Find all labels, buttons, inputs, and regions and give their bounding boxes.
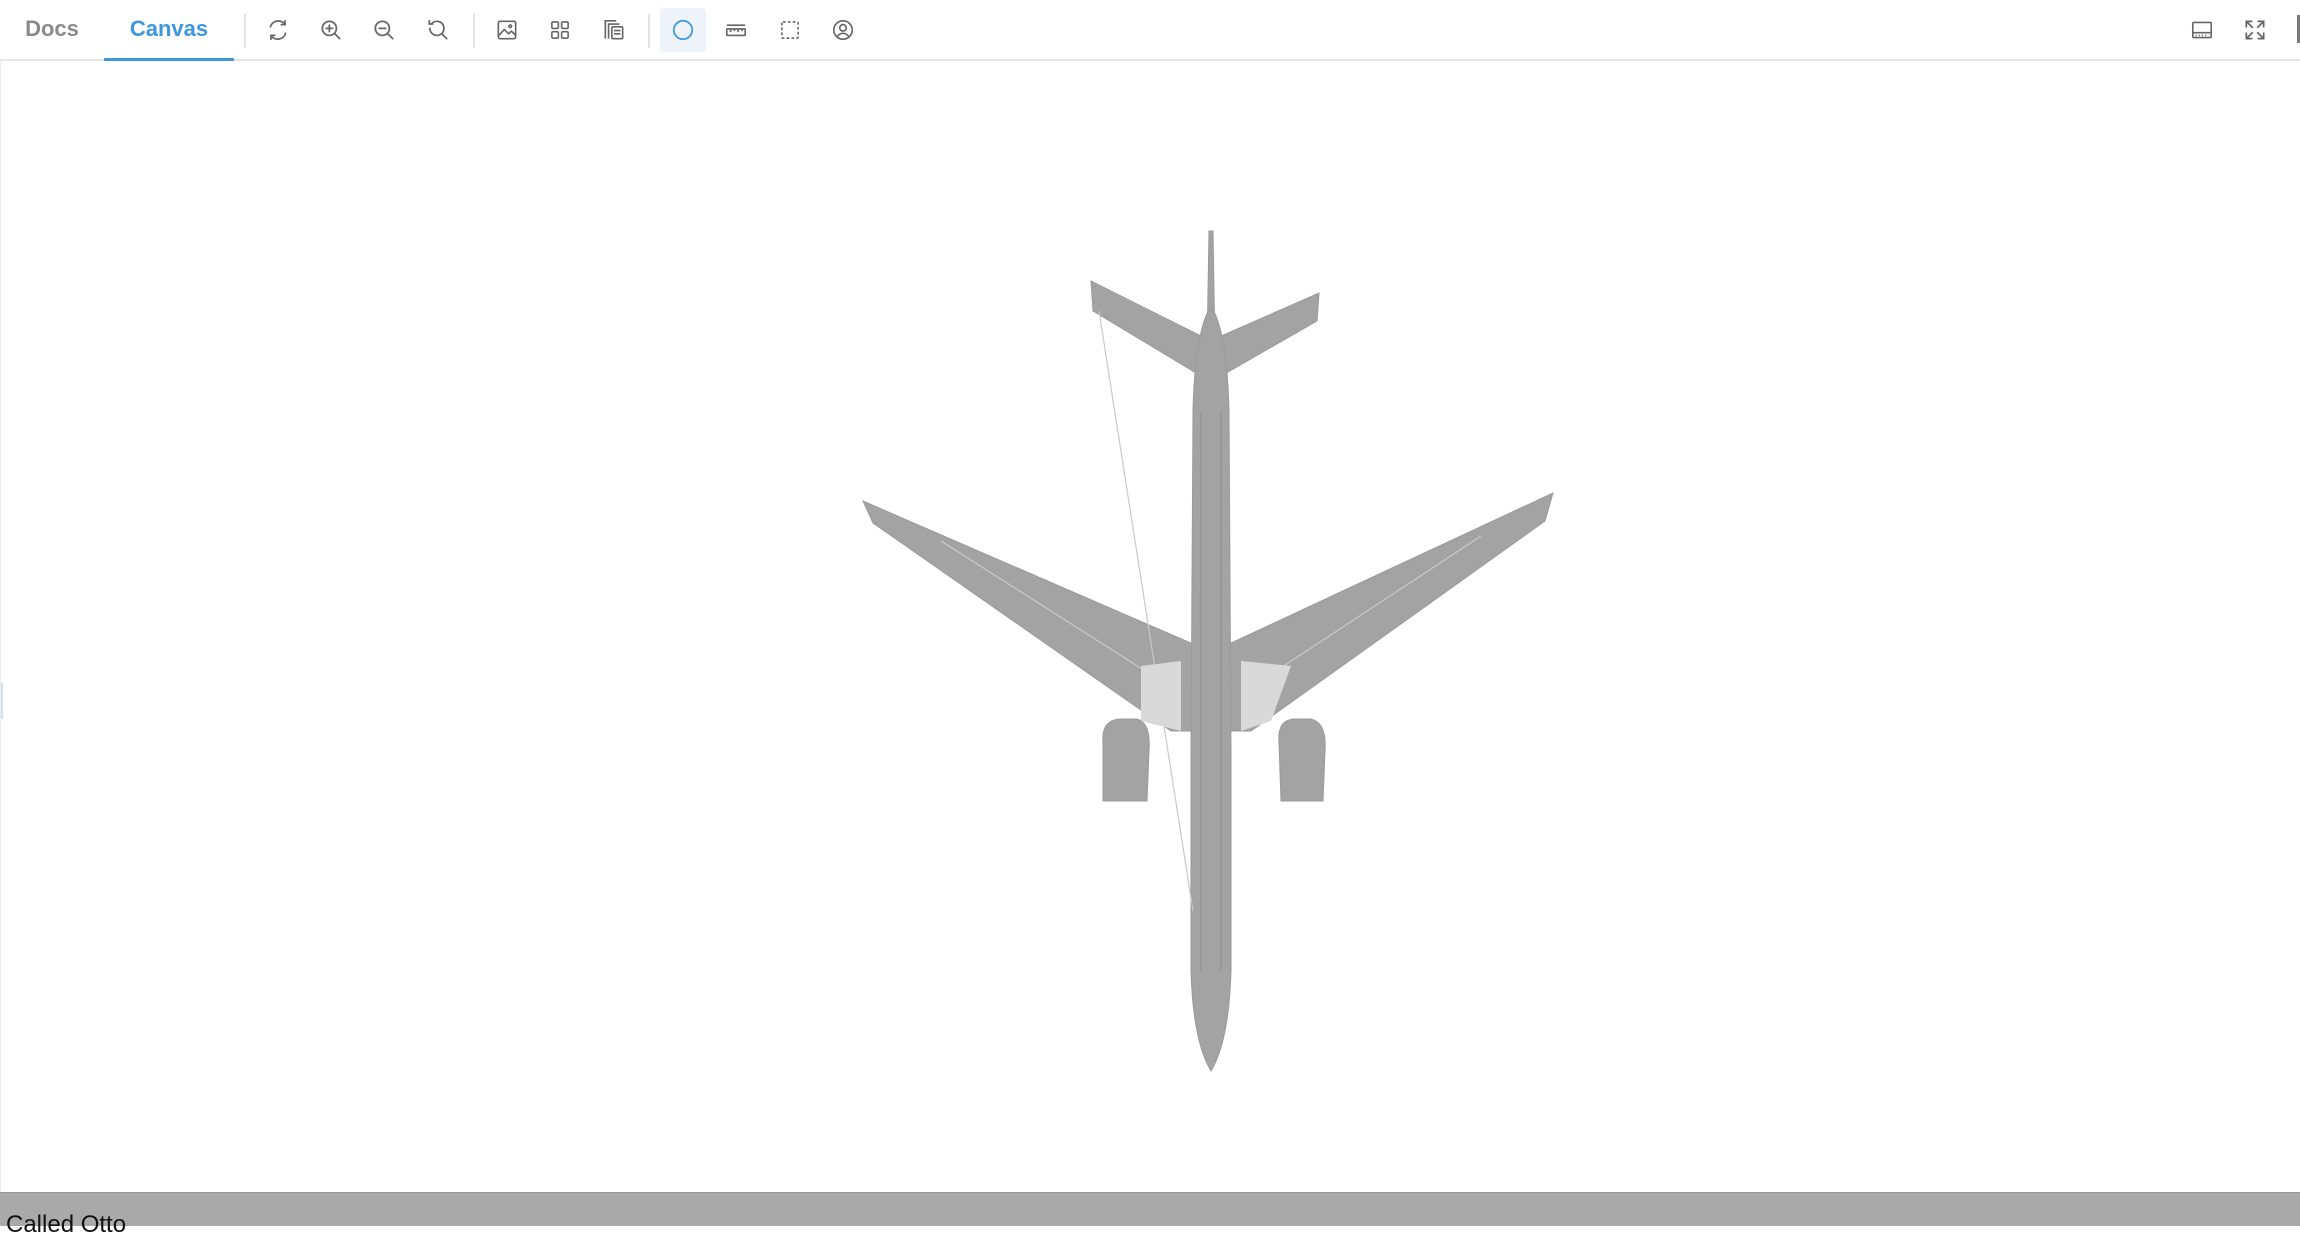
canvas-viewport[interactable] bbox=[0, 61, 2300, 1192]
tab-canvas[interactable]: Canvas bbox=[104, 0, 234, 63]
circle-icon bbox=[672, 19, 694, 41]
status-bar: Called Otto bbox=[0, 1192, 2300, 1238]
aircraft-model-image[interactable] bbox=[841, 211, 1581, 1091]
stack-view-button[interactable] bbox=[591, 8, 637, 52]
status-text: Called Otto bbox=[6, 1211, 127, 1238]
grid-view-button[interactable] bbox=[537, 8, 583, 52]
refresh-button[interactable] bbox=[255, 8, 301, 52]
ruler-tool-button[interactable] bbox=[713, 8, 759, 52]
image-view-button[interactable] bbox=[484, 8, 530, 52]
tab-docs[interactable]: Docs bbox=[0, 0, 104, 61]
image-icon bbox=[497, 20, 517, 40]
stack-icon bbox=[604, 19, 624, 40]
zoom-out-icon bbox=[374, 20, 394, 40]
ruler-icon bbox=[725, 24, 747, 37]
refresh-icon bbox=[269, 19, 287, 41]
fullscreen-icon bbox=[2245, 20, 2265, 40]
select-region-icon bbox=[781, 21, 799, 39]
zoom-in-button[interactable] bbox=[308, 8, 354, 52]
panel-bottom-icon bbox=[2191, 21, 2213, 39]
fullscreen-button[interactable] bbox=[2232, 8, 2278, 52]
grid-icon bbox=[551, 21, 569, 39]
zoom-reset-button[interactable] bbox=[415, 8, 461, 52]
zoom-in-icon bbox=[321, 20, 341, 40]
toolbar-divider bbox=[244, 14, 246, 48]
select-region-button[interactable] bbox=[767, 8, 813, 52]
zoom-reset-icon bbox=[428, 19, 448, 40]
canvas-left-marker bbox=[1, 683, 3, 719]
zoom-out-button[interactable] bbox=[361, 8, 407, 52]
circle-tool-button[interactable] bbox=[660, 8, 706, 52]
toggle-bottom-panel-button[interactable] bbox=[2179, 8, 2225, 52]
user-circle-icon bbox=[832, 19, 854, 41]
top-toolbar: Docs Canvas bbox=[0, 0, 2300, 63]
profile-button[interactable] bbox=[820, 8, 866, 52]
toolbar-divider bbox=[648, 14, 650, 48]
toolbar-divider bbox=[473, 14, 475, 48]
tab-canvas-label: Canvas bbox=[129, 16, 209, 41]
